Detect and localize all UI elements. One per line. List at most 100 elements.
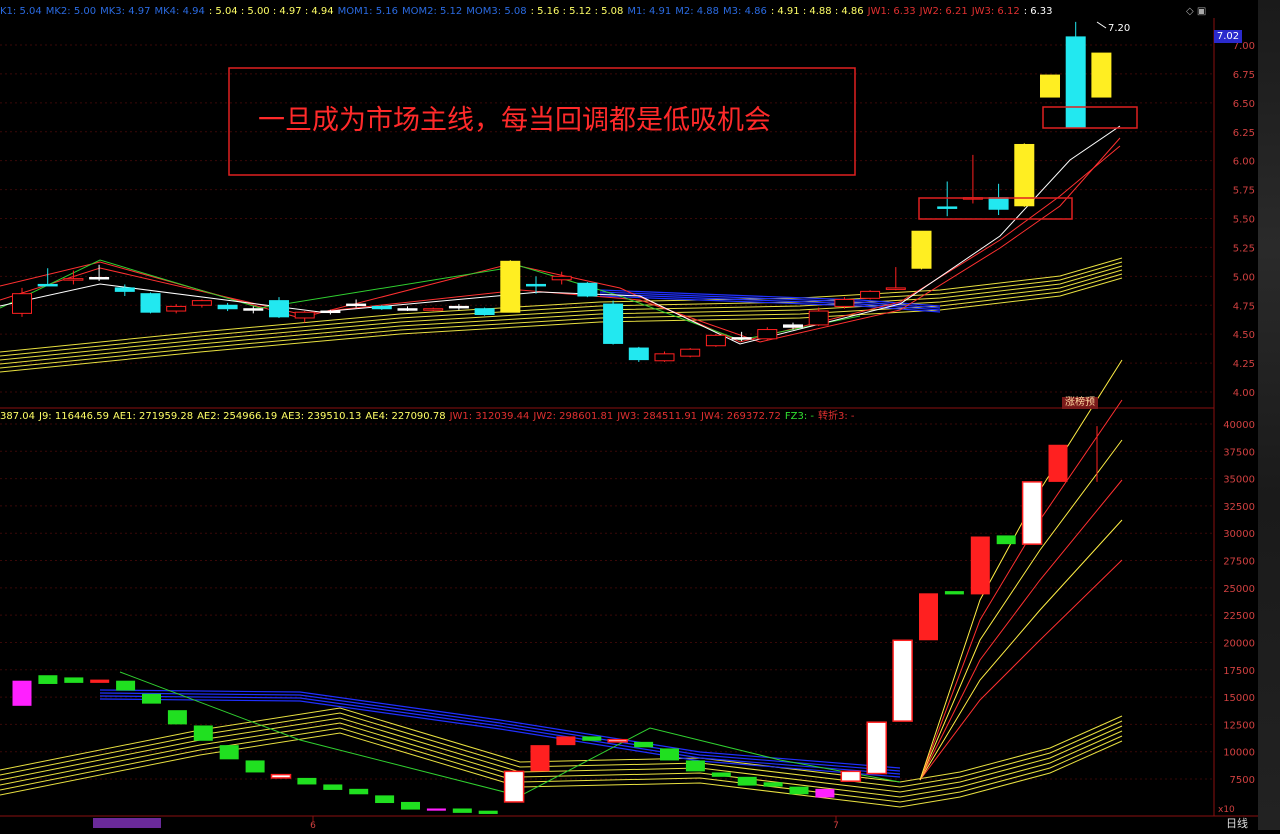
price-tick-label: 6.25 [1233, 128, 1255, 139]
volume-bar [297, 777, 317, 785]
chart-stage: 7.00 6.75 6.50 6.25 6.00 5.75 5.50 5.25 5.00 4.75… [0, 0, 1280, 831]
candle-body [63, 278, 84, 281]
volume-bar [142, 693, 161, 704]
candle-body [911, 230, 932, 269]
candle-body [397, 308, 418, 311]
indicator-value: : 4.91 : 4.88 : 4.86 [770, 6, 864, 17]
volume-bar [607, 738, 628, 743]
vol-blue-line [99, 695, 901, 775]
price-tick-label: 4.75 [1233, 301, 1255, 312]
volume-bar [1048, 444, 1068, 482]
volume-bar [919, 593, 938, 641]
volume-bar [970, 536, 990, 595]
candle-body [860, 290, 881, 299]
moving-average-lines [0, 125, 1123, 808]
candle-body [346, 303, 367, 307]
volume-bar [582, 736, 602, 741]
candle-body [988, 197, 1009, 210]
volume-bar [503, 770, 525, 803]
candle-body [217, 304, 238, 310]
volume-bar [219, 745, 239, 760]
candle-body [731, 337, 752, 340]
bottom-indicator-bar: 387.04 J9: 116446.59 AE1: 271959.28 AE2: 25… [0, 410, 859, 424]
indicator-value: MOM3: 5.08 [466, 6, 527, 17]
vol-fan-line [919, 519, 1123, 781]
vol-fan-line [919, 359, 1123, 781]
volume-bar [789, 786, 809, 795]
volume-unit-label: x10 [1218, 805, 1235, 815]
bottom-scroll-tab[interactable] [93, 818, 161, 828]
current-price-badge: 7.02 [1214, 30, 1242, 43]
price-tick-label: 5.50 [1233, 215, 1255, 226]
candle-body [654, 353, 675, 362]
candle-body [269, 300, 289, 318]
indicator-value: K1: 5.04 [0, 6, 42, 17]
axes-layer: 7.006.756.506.256.005.755.505.255.004.75… [310, 41, 1255, 831]
window-icon[interactable]: ▣ [1197, 6, 1206, 17]
limit-up-forecast-label[interactable]: 涨榜预 [1062, 397, 1098, 409]
volume-bar [270, 773, 292, 779]
candle-body [423, 308, 444, 311]
period-label[interactable]: 日线 [1226, 815, 1248, 831]
indicator-value: JW4: 269372.72 [701, 411, 781, 422]
top-indicator-bar: K1: 5.04 MK2: 5.00 MK3: 4.97 MK4: 4.94: 5.0… [0, 5, 1057, 19]
volume-bar [90, 679, 110, 683]
indicator-value: : 5.04 : 5.00 : 4.97 : 4.94 [208, 6, 334, 17]
volume-tick-label: 37500 [1223, 447, 1255, 458]
indicator-value: FZ3: - [784, 411, 814, 422]
volume-tick-label: 15000 [1223, 693, 1255, 704]
peak-marker [1096, 21, 1107, 29]
indicator-value: JW1: 6.33 [867, 6, 916, 17]
volume-tick-label: 27500 [1223, 557, 1255, 568]
volume-tick-label: 22500 [1223, 611, 1255, 622]
indicator-value: MK4: 4.94 [154, 6, 205, 17]
candle-body [294, 311, 315, 319]
right-side-panel [1258, 0, 1280, 830]
volume-bar [193, 725, 213, 741]
volume-bar [375, 795, 395, 804]
candle-body [500, 260, 521, 313]
time-tick-label: 6 [310, 821, 316, 830]
volume-bar [349, 788, 369, 795]
candle-body [937, 206, 958, 209]
window-controls[interactable]: ◇ ▣ [1186, 6, 1206, 17]
candle-body [191, 300, 212, 306]
price-tick-label: 4.50 [1233, 330, 1255, 341]
indicator-value: AE1: 271959.28 [112, 411, 194, 422]
volume-bar [840, 770, 862, 782]
volume-bar [1021, 481, 1043, 545]
volume-bar [815, 788, 835, 798]
candle-body [371, 305, 392, 310]
diamond-icon[interactable]: ◇ [1186, 6, 1194, 17]
volume-bar [892, 639, 913, 722]
volume-bar [711, 772, 731, 777]
indicator-value: : 6.33 [1023, 6, 1053, 17]
volume-tick-label: 25000 [1223, 584, 1255, 595]
indicator-value: MK2: 5.00 [45, 6, 97, 17]
volume-bar [685, 760, 705, 772]
volume-bar [996, 535, 1016, 545]
candle-body [474, 308, 495, 316]
price-candles [12, 21, 1112, 362]
candle-body [166, 305, 187, 312]
price-tick-label: 5.00 [1233, 272, 1255, 283]
vol-blue-line [99, 698, 901, 778]
volume-bar [167, 710, 187, 725]
indicator-value: J9: 116446.59 [39, 411, 109, 422]
indicator-value: 转折3: - [818, 411, 855, 422]
indicator-value: JW1: 312039.44 [449, 411, 530, 422]
volume-tick-label: 20000 [1223, 638, 1255, 649]
candle-body [1065, 36, 1086, 128]
time-tick-label: 7 [833, 821, 839, 830]
candle-body [628, 347, 649, 361]
peak-price-label: 7.20 [1108, 23, 1130, 34]
candle-body [680, 348, 701, 357]
indicator-value: JW3: 6.12 [971, 6, 1020, 17]
candle-body [705, 334, 726, 347]
volume-bar [64, 677, 84, 683]
candle-body [140, 293, 161, 313]
indicator-value: M2: 4.88 [675, 6, 720, 17]
volume-bar [634, 741, 654, 748]
volume-bar [38, 675, 58, 684]
candle-body [783, 324, 803, 328]
